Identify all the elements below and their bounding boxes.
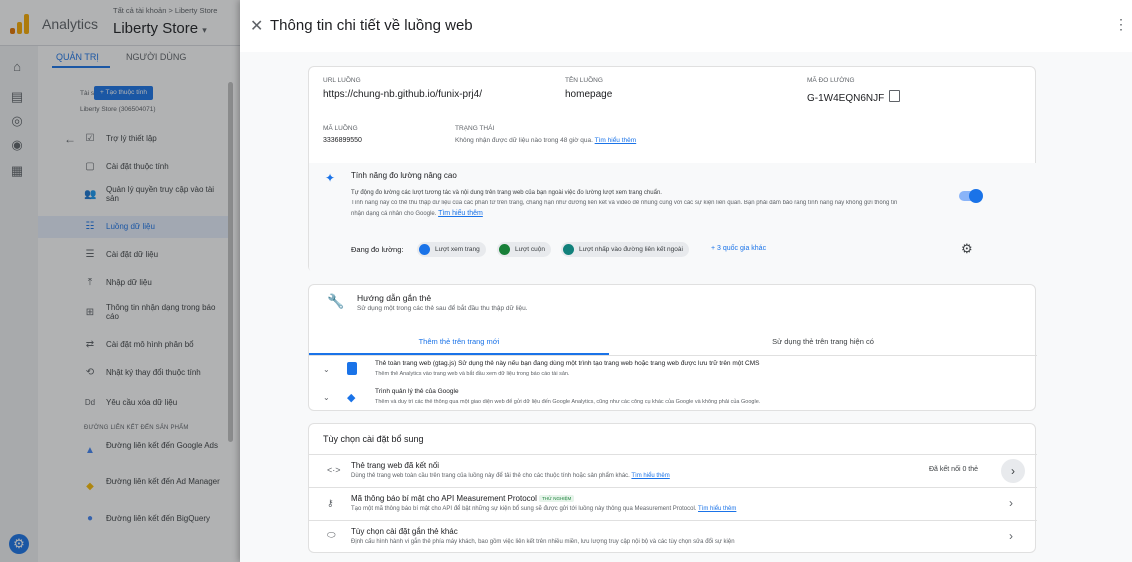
- copy-icon[interactable]: [889, 90, 900, 102]
- tag-icon: ⬭: [327, 530, 336, 541]
- status-message: Không nhận được dữ liệu nào trong 48 giờ…: [455, 137, 593, 144]
- stream-id: 3336899550: [323, 137, 362, 144]
- row-title-text: Mã thông báo bí mật cho API Measurement …: [351, 494, 537, 503]
- stream-url-label: URL LUỒNG: [323, 77, 361, 84]
- key-icon: ⚷: [327, 498, 334, 508]
- drawer-title: Thông tin chi tiết về luồng web: [270, 17, 473, 34]
- scroll-icon: [499, 244, 510, 255]
- row-desc: Dùng thẻ trang web toàn cầu trên trang c…: [351, 473, 670, 479]
- beta-badge: THỬ NGHIỆM: [539, 495, 575, 503]
- click-icon: [563, 244, 574, 255]
- additional-settings-title: Tùy chọn cài đặt bổ sung: [323, 434, 424, 444]
- row-title: Tùy chọn cài đặt gắn thẻ khác: [351, 527, 458, 536]
- tab-use-existing-tag[interactable]: Sử dụng thẻ trên trang hiện có: [609, 329, 1037, 355]
- tag-manager-icon: ◆: [347, 392, 356, 404]
- drawer-header: ✕ Thông tin chi tiết về luồng web ⋮: [240, 0, 1132, 52]
- chevron-right-icon[interactable]: ›: [1009, 496, 1013, 510]
- stream-name-label: TÊN LUỒNG: [565, 77, 603, 84]
- tab-add-new-tag[interactable]: Thêm thẻ trên trang mới: [309, 329, 609, 355]
- divider: [309, 355, 1037, 356]
- tag-option-gtag[interactable]: ⌄ Thẻ toàn trang web (gtag.js) Sử dụng t…: [309, 357, 1037, 383]
- chip-label: Lượt nhấp vào đường liên kết ngoài: [579, 246, 683, 253]
- tag-option-tag-manager[interactable]: ⌄ ◆ Trình quản lý thẻ của Google Thêm và…: [309, 385, 1037, 411]
- row-learn-more-link[interactable]: Tìm hiểu thêm: [698, 506, 736, 512]
- chevron-right-icon[interactable]: ›: [1009, 529, 1013, 543]
- additional-settings-card: Tùy chọn cài đặt bổ sung <·> Thẻ trang w…: [308, 423, 1037, 553]
- measurement-id: G-1W4EQN6NJF: [807, 93, 885, 104]
- gtag-icon: [347, 362, 357, 375]
- eye-icon: [419, 244, 430, 255]
- measuring-label: Đang đo lường:: [351, 245, 404, 254]
- more-tagging-settings-row[interactable]: ⬭ Tùy chọn cài đặt gắn thẻ khác Định cấu…: [309, 521, 1037, 553]
- measurement-protocol-secrets-row[interactable]: ⚷ Mã thông báo bí mật cho API Measuremen…: [309, 488, 1037, 520]
- more-events-link[interactable]: + 3 quốc gia khác: [711, 245, 766, 252]
- chip-outbound-clicks[interactable]: Lượt nhấp vào đường liên kết ngoài: [561, 242, 689, 257]
- status-text: Không nhận được dữ liệu nào trong 48 giờ…: [455, 137, 636, 144]
- row-title: Mã thông báo bí mật cho API Measurement …: [351, 494, 575, 503]
- tag-option-desc: Thêm thẻ Analytics vào trang web và bắt …: [375, 371, 570, 377]
- status-learn-more-link[interactable]: Tìm hiểu thêm: [595, 137, 637, 144]
- connected-tags-status: Đã kết nối 0 thẻ: [929, 466, 979, 473]
- tag-option-title: Thẻ toàn trang web (gtag.js) Sử dụng thẻ…: [375, 360, 760, 367]
- toggle-knob: [969, 189, 983, 203]
- chevron-down-icon: ⌄: [323, 393, 330, 402]
- enhanced-title: Tính năng đo lường nâng cao: [351, 171, 457, 180]
- row-learn-more-link[interactable]: Tìm hiểu thêm: [631, 473, 669, 479]
- enhanced-learn-more-link[interactable]: Tìm hiểu thêm: [438, 210, 483, 217]
- stream-url: https://chung-nb.github.io/funix-prj4/: [323, 89, 482, 100]
- row-title: Thẻ trang web đã kết nối: [351, 461, 440, 470]
- tagging-subtitle: Sử dụng một trong các thẻ sau để bắt đầu…: [357, 305, 528, 312]
- chip-label: Lượt cuộn: [515, 246, 545, 253]
- tagging-title: Hướng dẫn gắn thẻ: [357, 293, 432, 303]
- connected-site-tags-row[interactable]: <·> Thẻ trang web đã kết nối Dùng thẻ tr…: [309, 455, 1037, 487]
- stream-id-label: MÃ LUỒNG: [323, 125, 358, 132]
- enhanced-desc-3-text: nhận dạng cá nhân cho Google.: [351, 211, 437, 217]
- close-icon[interactable]: ✕: [250, 16, 263, 36]
- stream-name: homepage: [565, 89, 613, 100]
- enhanced-desc-1: Tự động đo lường các lượt tương tác và n…: [351, 190, 662, 196]
- tag-option-desc: Thêm và duy trì các thẻ thông qua một gi…: [375, 399, 761, 405]
- chevron-down-icon: ⌄: [323, 365, 330, 374]
- more-vert-icon[interactable]: ⋮: [1114, 16, 1128, 33]
- stream-details-card: URL LUỒNG https://chung-nb.github.io/fun…: [308, 66, 1037, 273]
- sparkle-icon: ✦: [325, 171, 336, 185]
- enhanced-desc-3: nhận dạng cá nhân cho Google. Tìm hiểu t…: [351, 210, 483, 217]
- chevron-right-icon[interactable]: ›: [1001, 459, 1025, 483]
- row-desc-text: Tạo một mã thông báo bí mật cho API để b…: [351, 506, 697, 512]
- settings-gear-icon[interactable]: ⚙: [961, 241, 973, 257]
- enhanced-desc-2: Tính năng này có thể thu thập dữ liệu củ…: [351, 200, 898, 206]
- code-icon: <·>: [327, 465, 341, 475]
- modal-scrim[interactable]: [0, 0, 240, 562]
- measurement-id-label: MÃ ĐO LƯỜNG: [807, 77, 855, 84]
- row-desc: Tạo một mã thông báo bí mật cho API để b…: [351, 506, 736, 512]
- chip-page-views[interactable]: Lượt xem trang: [417, 242, 486, 257]
- enhanced-measurement-toggle[interactable]: [959, 189, 983, 203]
- chip-scrolls[interactable]: Lượt cuộn: [497, 242, 551, 257]
- web-stream-details-drawer: ✕ Thông tin chi tiết về luồng web ⋮ URL …: [240, 0, 1132, 562]
- tag-option-title: Trình quản lý thẻ của Google: [375, 388, 459, 395]
- row-desc-text: Dùng thẻ trang web toàn cầu trên trang c…: [351, 473, 630, 479]
- wrench-icon: 🔧: [327, 293, 345, 309]
- tagging-instructions-card: 🔧 Hướng dẫn gắn thẻ Sử dụng một trong cá…: [308, 284, 1037, 411]
- row-desc: Định cấu hình hành vi gắn thẻ phía máy k…: [351, 539, 735, 545]
- status-label: TRẠNG THÁI: [455, 125, 495, 132]
- chip-label: Lượt xem trang: [435, 246, 480, 253]
